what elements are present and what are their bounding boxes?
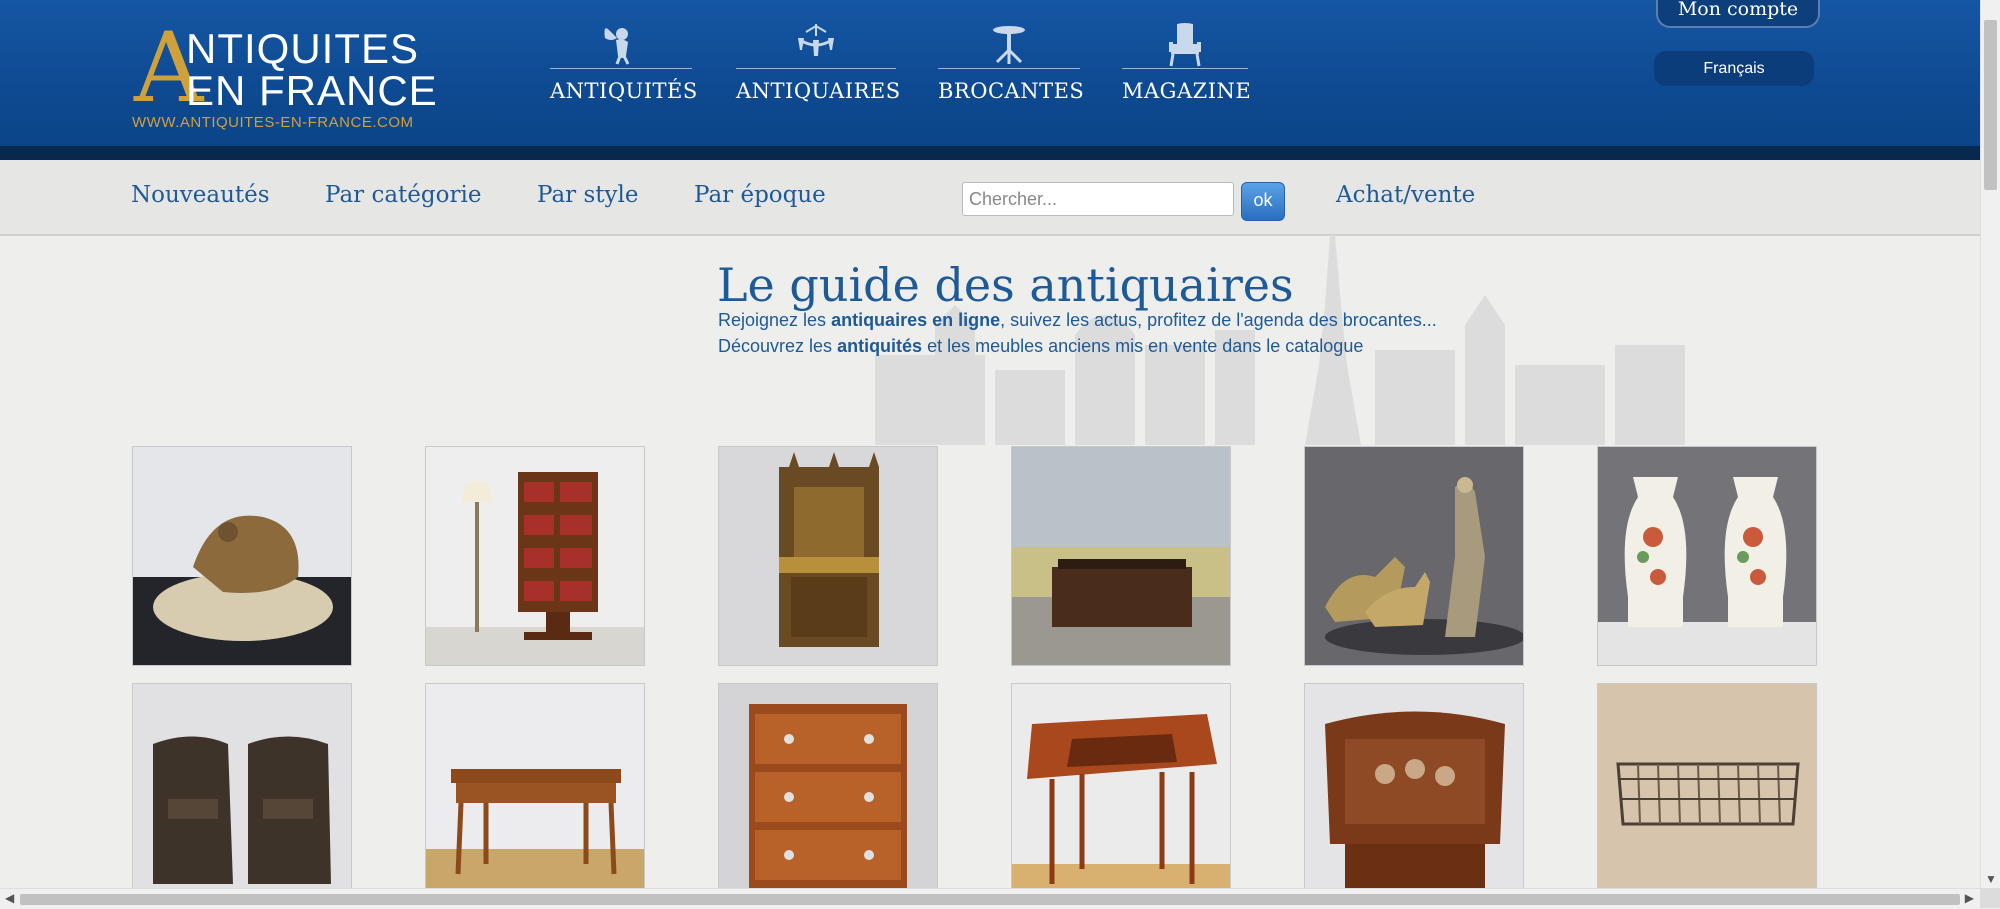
product-thumb-carved-chest[interactable] (1011, 446, 1231, 666)
product-thumb-brass-shelf[interactable] (1597, 683, 1817, 903)
product-thumb-chest-of-drawers[interactable] (718, 683, 938, 903)
scroll-left-arrow-icon[interactable]: ◀ (5, 891, 14, 905)
logo-line-1: NTIQUITES (186, 25, 420, 72)
link-antiquaires-en-ligne[interactable]: antiquaires en ligne (831, 310, 1000, 330)
product-thumb-gothic-chair[interactable] (718, 446, 938, 666)
product-thumb-canton-vases[interactable] (1597, 446, 1817, 666)
site-header: A NTIQUITES EN FRANCE WWW.ANTIQUITES-EN-… (0, 0, 1980, 160)
link-antiquites[interactable]: antiquités (837, 336, 922, 356)
language-selector[interactable]: Français (1654, 51, 1814, 86)
product-thumb-leather-club-chairs[interactable] (132, 683, 352, 903)
scroll-right-arrow-icon[interactable]: ▶ (1965, 891, 1974, 905)
nav-antiquites-label: ANTIQUITÉS (550, 79, 698, 103)
product-thumb-music-cabinet[interactable] (1304, 683, 1524, 903)
nav-par-style[interactable]: Par style (537, 182, 638, 208)
chandelier-icon (736, 22, 896, 68)
scroll-down-arrow-icon[interactable]: ▼ (1985, 872, 1997, 886)
scrollbar-corner (1980, 888, 2000, 908)
nav-par-epoque[interactable]: Par époque (694, 182, 826, 208)
logo-url: WWW.ANTIQUITES-EN-FRANCE.COM (132, 114, 414, 131)
armchair-icon (1122, 22, 1248, 68)
cherub-icon (550, 22, 692, 68)
nav-magazine-label: MAGAZINE (1122, 79, 1252, 103)
product-thumb-bronze-frog[interactable] (132, 446, 352, 666)
nav-par-categorie[interactable]: Par catégorie (325, 182, 481, 208)
secondary-nav: Nouveautés Par catégorie Par style Par é… (0, 160, 1980, 236)
hero-line-2-post: et les meubles anciens mis en vente dans… (922, 336, 1364, 356)
vertical-scrollbar-thumb[interactable] (1984, 20, 1997, 190)
nav-antiquaires[interactable]: ANTIQUAIRES (736, 22, 901, 112)
horizontal-scrollbar[interactable]: ◀ ▶ (0, 888, 1980, 909)
page-title: Le guide des antiquaires (717, 258, 1294, 312)
nav-magazine[interactable]: MAGAZINE (1122, 22, 1252, 112)
logo-line-2: EN FRANCE (186, 67, 438, 114)
nav-antiquaires-label: ANTIQUAIRES (736, 79, 901, 103)
gueridon-table-icon (938, 22, 1080, 68)
vertical-scrollbar[interactable]: ▼ (1980, 0, 2000, 888)
hero-line-1-post: , suivez les actus, profitez de l'agenda… (1000, 310, 1437, 330)
nav-brocantes[interactable]: BROCANTES (938, 22, 1085, 112)
account-button[interactable]: Mon compte (1656, 0, 1820, 28)
search-button[interactable]: ok (1241, 182, 1285, 221)
hero-text-line-1: Rejoignez les antiquaires en ligne, suiv… (718, 310, 1437, 331)
product-thumb-revolving-bookcase[interactable] (425, 446, 645, 666)
nav-brocantes-label: BROCANTES (938, 79, 1085, 103)
search-input[interactable] (962, 182, 1234, 216)
nav-achat-vente[interactable]: Achat/vente (1336, 182, 1475, 208)
hero-line-1-pre: Rejoignez les (718, 310, 832, 330)
product-thumb-writing-table[interactable] (425, 683, 645, 903)
nav-nouveautes[interactable]: Nouveautés (131, 182, 270, 208)
hero-line-2-pre: Découvrez les (718, 336, 838, 356)
site-logo[interactable]: A NTIQUITES EN FRANCE WWW.ANTIQUITES-EN-… (130, 20, 450, 134)
product-thumb-marquetry-table[interactable] (1011, 683, 1231, 903)
header-stripe (0, 146, 1980, 160)
nav-antiquites[interactable]: ANTIQUITÉS (550, 22, 698, 112)
product-thumb-art-deco-greyhounds[interactable] (1304, 446, 1524, 666)
hero-text-line-2: Découvrez les antiquités et les meubles … (718, 336, 1363, 357)
horizontal-scrollbar-thumb[interactable] (20, 894, 1960, 905)
